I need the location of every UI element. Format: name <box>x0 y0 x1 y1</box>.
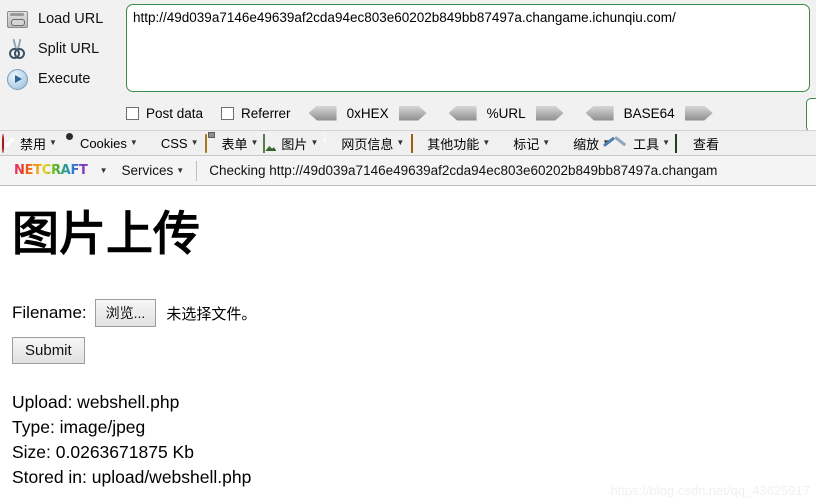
hackbar-secondary-input[interactable] <box>806 98 816 132</box>
upload-result: Upload: webshell.php Type: image/jpeg Si… <box>12 390 804 490</box>
play-icon <box>4 66 30 92</box>
filename-label: Filename: <box>12 303 87 322</box>
netcraft-status-text: Checking http://49d039a7146e49639af2cda9… <box>209 163 718 178</box>
hex-encode-arrow-icon[interactable] <box>398 105 427 121</box>
url-decode-arrow-icon[interactable] <box>448 105 477 121</box>
url-encoder-group[interactable]: %URL <box>448 105 564 121</box>
load-url-label: Load URL <box>38 11 104 27</box>
image-icon <box>263 134 279 153</box>
base64-encode-arrow-icon[interactable] <box>684 105 713 121</box>
tools-icon <box>615 135 631 151</box>
toolbar-label-resize: 缩放 <box>573 136 600 152</box>
chevron-down-icon[interactable]: ▼ <box>130 139 138 147</box>
toolbar-label-cookies: Cookies <box>79 135 127 151</box>
toolbar-item-cookies[interactable]: Cookies ▼ <box>60 132 141 154</box>
toolbar-item-page-info[interactable]: 网页信息 ▼ <box>321 132 407 154</box>
hex-decode-arrow-icon[interactable] <box>308 105 337 121</box>
toolbar-label-css: CSS <box>160 135 188 151</box>
load-url-button[interactable]: Load URL <box>0 4 126 34</box>
toolbar-label-page-info: 网页信息 <box>341 136 394 152</box>
split-url-label: Split URL <box>38 41 100 57</box>
hex-encoder-group[interactable]: 0xHEX <box>308 105 427 121</box>
toolbar-item-disable[interactable]: 禁用 ▼ <box>0 132 60 154</box>
post-data-checkbox[interactable]: Post data <box>126 106 203 121</box>
netcraft-toolbar: NETCRAFT ▼ Services ▼ Checking http://49… <box>0 156 816 186</box>
netcraft-logo[interactable]: NETCRAFT <box>12 162 90 179</box>
base64-label: BASE64 <box>623 105 675 121</box>
url-encoder-label: %URL <box>486 105 526 121</box>
screen-icon <box>675 134 691 153</box>
chevron-down-icon[interactable]: ▼ <box>662 139 670 147</box>
orange-pencil-icon <box>555 135 571 151</box>
web-developer-toolbar: 禁用 ▼ Cookies ▼ CSS ▼ 表单 ▼ 图片 ▼ 网页信息 ▼ 其他… <box>0 130 816 156</box>
split-url-button[interactable]: Split URL <box>0 34 126 64</box>
toolbar-divider <box>196 160 198 181</box>
base64-decode-arrow-icon[interactable] <box>585 105 614 121</box>
page-title: 图片上传 <box>12 209 200 261</box>
netcraft-services-menu[interactable]: Services ▼ <box>122 163 185 178</box>
toolbar-item-outline[interactable]: 标记 ▼ <box>493 132 553 154</box>
result-type: Type: image/jpeg <box>12 417 146 437</box>
toolbar-item-images[interactable]: 图片 ▼ <box>261 132 321 154</box>
execute-label: Execute <box>38 71 91 87</box>
drive-icon <box>4 6 30 32</box>
result-upload: Upload: webshell.php <box>12 392 180 412</box>
info-icon <box>323 135 339 151</box>
browse-button[interactable]: 浏览... <box>94 299 157 327</box>
chevron-down-icon[interactable]: ▼ <box>49 139 57 147</box>
scissors-icon <box>4 36 30 62</box>
url-input[interactable]: http://49d039a7146e49639af2cda94ec803e60… <box>126 4 810 92</box>
upload-form: Filename: 浏览... 未选择文件。 Submit <box>12 299 804 364</box>
toolbar-label-images: 图片 <box>281 136 308 152</box>
submit-button[interactable]: Submit <box>12 337 85 364</box>
chevron-down-icon[interactable]: ▼ <box>251 139 259 147</box>
hackbar-options-row: Post data Referrer 0xHEX %URL BASE64 <box>126 98 816 128</box>
chevron-down-icon[interactable]: ▼ <box>100 166 108 175</box>
toolbar-label-tools: 工具 <box>633 136 660 152</box>
pencil-icon <box>495 135 511 151</box>
toolbar-label-disable: 禁用 <box>20 136 47 152</box>
chevron-down-icon[interactable]: ▼ <box>176 166 184 175</box>
toolbar-item-view[interactable]: 查看 <box>673 132 722 154</box>
hackbar-action-list: Load URL Split URL Execute <box>0 0 126 96</box>
execute-button[interactable]: Execute <box>0 64 126 94</box>
toolbar-item-forms[interactable]: 表单 ▼ <box>201 132 261 154</box>
toolbar-label-forms: 表单 <box>221 136 248 152</box>
toolbar-label-outline: 标记 <box>513 136 540 152</box>
toolbar-label-misc: 其他功能 <box>427 136 480 152</box>
post-data-checkbox-box[interactable] <box>126 106 139 120</box>
url-encode-arrow-icon[interactable] <box>535 105 564 121</box>
css-pencil-icon <box>143 135 159 151</box>
referrer-label: Referrer <box>241 105 291 121</box>
result-size: Size: 0.0263671875 Kb <box>12 442 194 462</box>
chevron-down-icon[interactable]: ▼ <box>482 139 490 147</box>
netcraft-services-label: Services <box>121 163 174 178</box>
hex-label: 0xHEX <box>346 105 389 121</box>
ban-icon <box>2 134 18 153</box>
file-input-row: Filename: 浏览... 未选择文件。 <box>12 299 804 327</box>
hackbar-panel: Load URL Split URL Execute http://49d039… <box>0 0 816 132</box>
cookie-icon <box>62 135 78 151</box>
post-data-label: Post data <box>146 105 204 121</box>
toolbar-label-view: 查看 <box>693 136 720 152</box>
toolbar-item-css[interactable]: CSS ▼ <box>141 132 202 154</box>
watermark: https://blog.csdn.net/qq_43625917 <box>610 483 811 498</box>
base64-encoder-group[interactable]: BASE64 <box>585 105 713 121</box>
toolbar-item-tools[interactable]: 工具 ▼ <box>613 132 673 154</box>
referrer-checkbox-box[interactable] <box>221 106 235 120</box>
referrer-checkbox[interactable]: Referrer <box>221 106 291 121</box>
chevron-down-icon[interactable]: ▼ <box>191 139 199 147</box>
chevron-down-icon[interactable]: ▼ <box>310 139 318 147</box>
clipboard-icon <box>203 134 219 153</box>
toolbar-item-misc[interactable]: 其他功能 ▼ <box>407 132 493 154</box>
no-file-selected-text: 未选择文件。 <box>166 305 257 323</box>
book-icon <box>409 134 425 153</box>
chevron-down-icon[interactable]: ▼ <box>396 139 404 147</box>
chevron-down-icon[interactable]: ▼ <box>542 139 550 147</box>
page-content: 图片上传 Filename: 浏览... 未选择文件。 Submit Uploa… <box>0 187 816 502</box>
